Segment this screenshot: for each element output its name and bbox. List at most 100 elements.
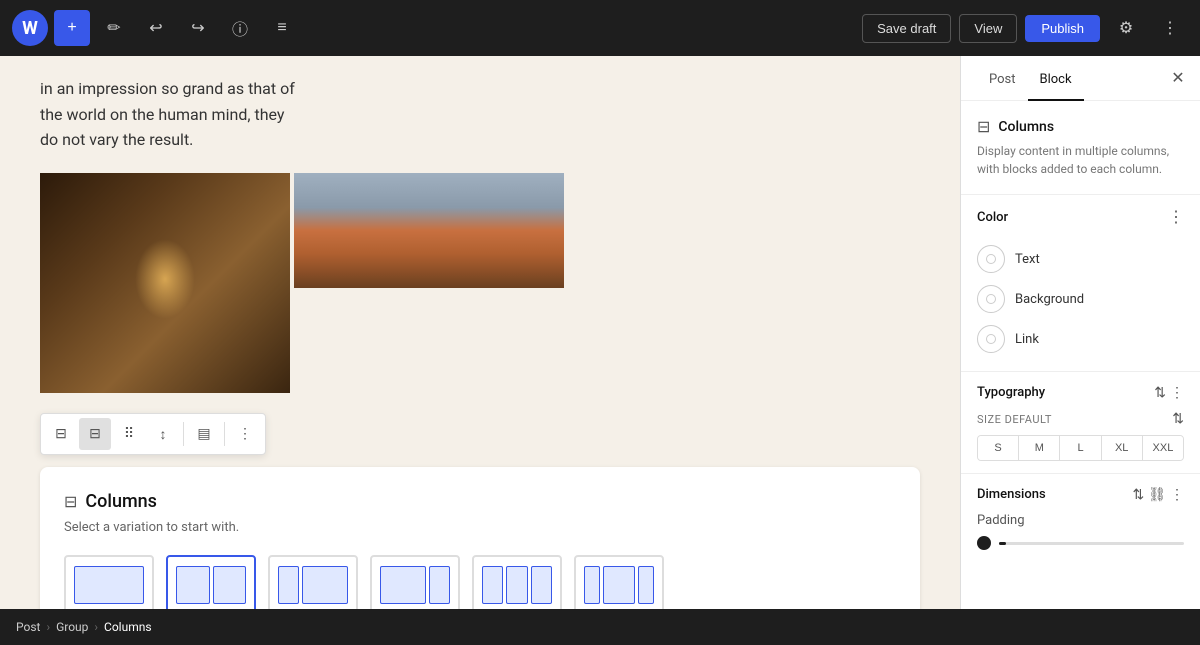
col-box-100[interactable] <box>64 555 154 609</box>
panel-close-button[interactable]: ✕ <box>1164 64 1192 92</box>
landscape-image[interactable] <box>294 173 564 288</box>
publish-button[interactable]: Publish <box>1025 15 1100 42</box>
color-link-swatch <box>986 334 996 344</box>
size-xl-button[interactable]: XL <box>1102 436 1143 460</box>
col-option-100[interactable]: 100 <box>64 555 154 609</box>
size-xxl-button[interactable]: XXL <box>1143 436 1183 460</box>
col-box-5050[interactable] <box>166 555 256 609</box>
col-slab-333333-a <box>482 566 503 604</box>
dim-header: Dimensions ⇅ ⛓ ⋮ <box>977 486 1184 503</box>
block-info: ⊟ Columns Display content in multiple co… <box>961 101 1200 195</box>
color-link-circle <box>977 325 1005 353</box>
color-link-label: Link <box>1015 332 1039 347</box>
typo-more-button[interactable]: ⋮ <box>1170 384 1184 401</box>
more-options-button[interactable]: ⋮ <box>1152 10 1188 46</box>
size-m-button[interactable]: M <box>1019 436 1060 460</box>
main-layout: in an impression so grand as that of the… <box>0 56 1200 609</box>
col-slab-3366-a <box>278 566 299 604</box>
toolbar-align-button[interactable]: ▤ <box>188 418 220 450</box>
add-block-button[interactable]: + <box>54 10 90 46</box>
color-bg-circle <box>977 285 1005 313</box>
size-label: SIZE DEFAULT <box>977 413 1052 426</box>
color-more-button[interactable]: ⋮ <box>1168 207 1184 227</box>
toolbar-drag-button[interactable]: ⠿ <box>113 418 145 450</box>
col-slab-3366-b <box>302 566 348 604</box>
dim-settings-button[interactable]: ⇅ <box>1132 486 1144 503</box>
size-controls-icon[interactable]: ⇅ <box>1172 411 1184 427</box>
tab-block[interactable]: Block <box>1028 56 1084 101</box>
color-background-option[interactable]: Background <box>977 279 1184 319</box>
redo-button[interactable]: ↪ <box>180 10 216 46</box>
color-text-swatch <box>986 254 996 264</box>
color-section-header: Color ⋮ <box>977 207 1184 227</box>
typography-section: Typography ⇅ ⋮ SIZE DEFAULT ⇅ S M L XL X… <box>961 372 1200 474</box>
toolbar-columns-icon[interactable]: ⊟ <box>45 418 77 450</box>
toolbar-layout-button[interactable]: ⊟ <box>79 418 111 450</box>
color-text-option[interactable]: Text <box>977 239 1184 279</box>
block-toolbar: ⊟ ⊟ ⠿ ↕ ▤ ⋮ <box>40 413 266 455</box>
color-text-circle <box>977 245 1005 273</box>
color-text-label: Text <box>1015 252 1040 267</box>
color-link-option[interactable]: Link <box>977 319 1184 359</box>
typo-settings-button[interactable]: ⇅ <box>1154 384 1166 401</box>
col-slab-333333-b <box>506 566 527 604</box>
block-info-icon: ⊟ <box>977 117 990 136</box>
dim-more-button[interactable]: ⋮ <box>1170 486 1184 503</box>
dim-title: Dimensions <box>977 487 1046 502</box>
col-box-333333[interactable] <box>472 555 562 609</box>
columns-options: 100 50 / 50 <box>64 555 896 609</box>
breadcrumb-group[interactable]: Group <box>56 620 88 634</box>
list-view-button[interactable]: ≡ <box>264 10 300 46</box>
toolbar-divider-2 <box>224 422 225 446</box>
color-bg-label: Background <box>1015 292 1084 307</box>
forest-image[interactable] <box>40 173 290 393</box>
toolbar-move-button[interactable]: ↕ <box>147 418 179 450</box>
size-default-row: SIZE DEFAULT ⇅ <box>977 411 1184 427</box>
breadcrumb-sep-1: › <box>46 620 50 634</box>
columns-picker-header: ⊟ Columns <box>64 491 896 512</box>
dim-link-button[interactable]: ⛓ <box>1148 486 1166 503</box>
save-draft-button[interactable]: Save draft <box>862 14 951 43</box>
info-button[interactable]: ⓘ <box>222 10 258 46</box>
padding-row: Padding <box>977 513 1184 528</box>
size-s-button[interactable]: S <box>978 436 1019 460</box>
size-l-button[interactable]: L <box>1060 436 1101 460</box>
col-option-333333[interactable]: 33 / 33 / 33 <box>472 555 562 609</box>
edit-mode-button[interactable]: ✏ <box>96 10 132 46</box>
breadcrumb-post[interactable]: Post <box>16 620 40 634</box>
topbar-right: Save draft View Publish ⚙ ⋮ <box>862 10 1188 46</box>
col-slab-333333-c <box>531 566 552 604</box>
col-box-255025[interactable] <box>574 555 664 609</box>
view-button[interactable]: View <box>959 14 1017 43</box>
color-bg-swatch <box>986 294 996 304</box>
col-slab-255025-c <box>638 566 654 604</box>
typo-title: Typography <box>977 385 1045 400</box>
slider-fill <box>999 542 1006 545</box>
col-option-5050[interactable]: 50 / 50 <box>166 555 256 609</box>
editor-text-block[interactable]: in an impression so grand as that of the… <box>40 76 300 153</box>
block-info-title: Columns <box>998 119 1054 135</box>
block-info-header: ⊟ Columns <box>977 117 1184 136</box>
col-slab-5050-b <box>213 566 247 604</box>
wp-logo[interactable]: W <box>12 10 48 46</box>
tab-post[interactable]: Post <box>977 56 1028 101</box>
topbar-left: W + ✏ ↩ ↪ ⓘ ≡ <box>12 10 300 46</box>
padding-slider-row <box>977 536 1184 550</box>
col-option-255025[interactable]: 25 / 50 / 25 <box>574 555 664 609</box>
col-slab-5050-a <box>176 566 210 604</box>
slider-thumb[interactable] <box>977 536 991 550</box>
col-slab-6633-a <box>380 566 426 604</box>
columns-picker: ⊟ Columns Select a variation to start wi… <box>40 467 920 609</box>
typo-controls: ⇅ ⋮ <box>1154 384 1184 401</box>
slider-track[interactable] <box>999 542 1184 545</box>
panel-tabs: Post Block ✕ <box>961 56 1200 101</box>
col-box-6633[interactable] <box>370 555 460 609</box>
editor-area[interactable]: in an impression so grand as that of the… <box>0 56 960 609</box>
col-option-3366[interactable]: 33 / 66 <box>268 555 358 609</box>
settings-button[interactable]: ⚙ <box>1108 10 1144 46</box>
toolbar-more-button[interactable]: ⋮ <box>229 418 261 450</box>
col-option-6633[interactable]: 66 / 33 <box>370 555 460 609</box>
undo-button[interactable]: ↩ <box>138 10 174 46</box>
col-box-3366[interactable] <box>268 555 358 609</box>
columns-picker-icon: ⊟ <box>64 492 77 511</box>
